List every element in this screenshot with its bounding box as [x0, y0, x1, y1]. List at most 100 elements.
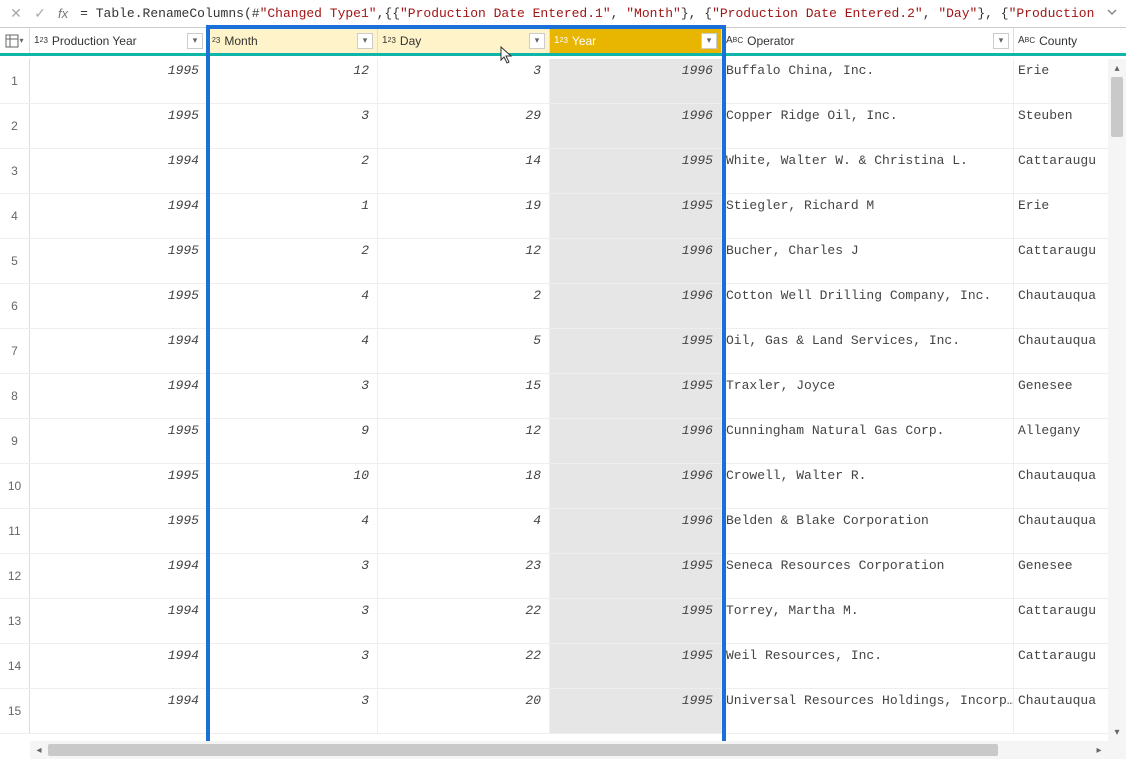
cell-operator[interactable]: Buffalo China, Inc.	[722, 59, 1014, 103]
cell-production-year[interactable]: 1995	[30, 239, 208, 283]
cell-county[interactable]: Cattaraugu	[1014, 239, 1108, 283]
row-number[interactable]: 2	[0, 104, 30, 148]
table-row[interactable]: 119951231996Buffalo China, Inc.Erie	[0, 59, 1126, 104]
cell-county[interactable]: Allegany	[1014, 419, 1108, 463]
table-row[interactable]: 71994451995Oil, Gas & Land Services, Inc…	[0, 329, 1126, 374]
filter-button[interactable]: ▾	[187, 33, 203, 49]
row-number[interactable]: 4	[0, 194, 30, 238]
cell-month[interactable]: 3	[208, 644, 378, 688]
column-header-production-year[interactable]: 123 Production Year ▾	[30, 28, 208, 53]
cell-month[interactable]: 3	[208, 599, 378, 643]
cell-county[interactable]: Genesee	[1014, 554, 1108, 598]
cell-production-year[interactable]: 1994	[30, 194, 208, 238]
row-number[interactable]: 6	[0, 284, 30, 328]
cell-county[interactable]: Cattaraugu	[1014, 644, 1108, 688]
row-number[interactable]: 5	[0, 239, 30, 283]
row-number[interactable]: 8	[0, 374, 30, 418]
cell-operator[interactable]: Cotton Well Drilling Company, Inc.	[722, 284, 1014, 328]
cell-month[interactable]: 3	[208, 104, 378, 148]
cell-operator[interactable]: Seneca Resources Corporation	[722, 554, 1014, 598]
cell-day[interactable]: 3	[378, 59, 550, 103]
cell-operator[interactable]: Copper Ridge Oil, Inc.	[722, 104, 1014, 148]
cell-production-year[interactable]: 1994	[30, 644, 208, 688]
cell-county[interactable]: Genesee	[1014, 374, 1108, 418]
row-number[interactable]: 3	[0, 149, 30, 193]
cell-day[interactable]: 15	[378, 374, 550, 418]
row-number[interactable]: 15	[0, 689, 30, 733]
cell-year[interactable]: 1996	[550, 284, 722, 328]
cell-county[interactable]: Erie	[1014, 59, 1108, 103]
cell-production-year[interactable]: 1995	[30, 59, 208, 103]
cell-production-year[interactable]: 1994	[30, 689, 208, 733]
cell-operator[interactable]: Crowell, Walter R.	[722, 464, 1014, 508]
cell-month[interactable]: 10	[208, 464, 378, 508]
cell-year[interactable]: 1995	[550, 599, 722, 643]
filter-button[interactable]: ▾	[993, 33, 1009, 49]
filter-button[interactable]: ▾	[529, 33, 545, 49]
cell-county[interactable]: Chautauqua	[1014, 464, 1108, 508]
cell-county[interactable]: Cattaraugu	[1014, 599, 1108, 643]
row-number[interactable]: 1	[0, 59, 30, 103]
cell-production-year[interactable]: 1995	[30, 284, 208, 328]
cell-production-year[interactable]: 1994	[30, 374, 208, 418]
cell-month[interactable]: 2	[208, 239, 378, 283]
table-row[interactable]: 61995421996Cotton Well Drilling Company,…	[0, 284, 1126, 329]
cell-operator[interactable]: Torrey, Martha M.	[722, 599, 1014, 643]
cell-year[interactable]: 1996	[550, 239, 722, 283]
table-row[interactable]: 111995441996Belden & Blake CorporationCh…	[0, 509, 1126, 554]
row-number[interactable]: 11	[0, 509, 30, 553]
cell-county[interactable]: Chautauqua	[1014, 284, 1108, 328]
column-header-county[interactable]: ABC County	[1014, 28, 1108, 53]
vertical-scrollbar[interactable]: ▴ ▾	[1108, 59, 1126, 741]
cell-day[interactable]: 5	[378, 329, 550, 373]
cell-day[interactable]: 4	[378, 509, 550, 553]
row-number[interactable]: 7	[0, 329, 30, 373]
cell-day[interactable]: 22	[378, 599, 550, 643]
scroll-track[interactable]	[1108, 77, 1126, 723]
scroll-right-button[interactable]: ▸	[1090, 745, 1108, 756]
horizontal-scrollbar[interactable]: ◂ ▸	[30, 741, 1108, 759]
table-row[interactable]: 319942141995White, Walter W. & Christina…	[0, 149, 1126, 194]
cell-year[interactable]: 1995	[550, 554, 722, 598]
formula-cancel-button[interactable]: ✕	[4, 2, 28, 26]
column-header-day[interactable]: 123 Day ▾	[378, 28, 550, 53]
cell-year[interactable]: 1995	[550, 374, 722, 418]
cell-day[interactable]: 22	[378, 644, 550, 688]
table-row[interactable]: 219953291996Copper Ridge Oil, Inc.Steube…	[0, 104, 1126, 149]
cell-operator[interactable]: Bucher, Charles J	[722, 239, 1014, 283]
cell-operator[interactable]: Universal Resources Holdings, Incorp…	[722, 689, 1014, 733]
cell-day[interactable]: 29	[378, 104, 550, 148]
cell-operator[interactable]: Stiegler, Richard M	[722, 194, 1014, 238]
table-options-button[interactable]: ▾	[0, 28, 30, 53]
cell-operator[interactable]: Oil, Gas & Land Services, Inc.	[722, 329, 1014, 373]
cell-year[interactable]: 1996	[550, 464, 722, 508]
fx-label[interactable]: fx	[52, 6, 74, 21]
cell-day[interactable]: 2	[378, 284, 550, 328]
cell-year[interactable]: 1995	[550, 149, 722, 193]
filter-button[interactable]: ▾	[357, 33, 373, 49]
cell-year[interactable]: 1996	[550, 59, 722, 103]
row-number[interactable]: 10	[0, 464, 30, 508]
cell-year[interactable]: 1996	[550, 104, 722, 148]
cell-day[interactable]: 23	[378, 554, 550, 598]
column-header-year[interactable]: 123 Year ▾	[550, 28, 722, 53]
cell-production-year[interactable]: 1995	[30, 464, 208, 508]
cell-operator[interactable]: White, Walter W. & Christina L.	[722, 149, 1014, 193]
table-row[interactable]: 1219943231995Seneca Resources Corporatio…	[0, 554, 1126, 599]
table-row[interactable]: 919959121996Cunningham Natural Gas Corp.…	[0, 419, 1126, 464]
cell-month[interactable]: 4	[208, 284, 378, 328]
cell-county[interactable]: Chautauqua	[1014, 329, 1108, 373]
cell-production-year[interactable]: 1994	[30, 599, 208, 643]
formula-expand-button[interactable]	[1102, 6, 1122, 21]
cell-county[interactable]: Erie	[1014, 194, 1108, 238]
cell-day[interactable]: 12	[378, 239, 550, 283]
cell-month[interactable]: 3	[208, 689, 378, 733]
cell-month[interactable]: 4	[208, 509, 378, 553]
scroll-thumb[interactable]	[1111, 77, 1123, 137]
cell-county[interactable]: Chautauqua	[1014, 689, 1108, 733]
table-row[interactable]: 1419943221995Weil Resources, Inc.Cattara…	[0, 644, 1126, 689]
cell-county[interactable]: Steuben	[1014, 104, 1108, 148]
row-number[interactable]: 13	[0, 599, 30, 643]
cell-month[interactable]: 3	[208, 374, 378, 418]
table-row[interactable]: 819943151995Traxler, JoyceGenesee	[0, 374, 1126, 419]
